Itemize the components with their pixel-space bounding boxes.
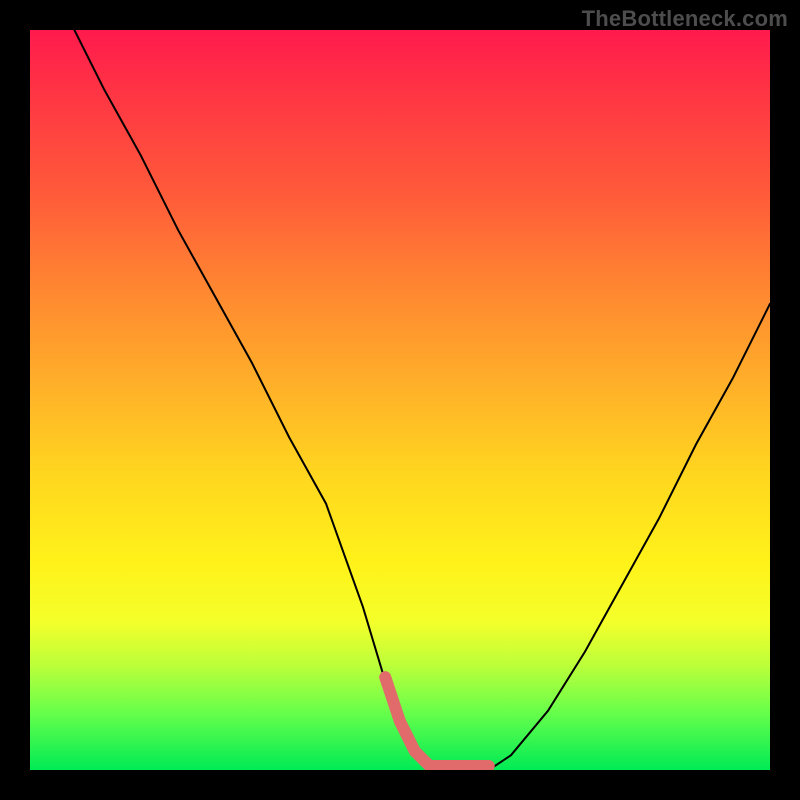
plot-area xyxy=(30,30,770,770)
bottleneck-curve xyxy=(30,30,770,770)
chart-frame: TheBottleneck.com xyxy=(0,0,800,800)
watermark-text: TheBottleneck.com xyxy=(582,6,788,32)
curve-path xyxy=(74,30,770,770)
